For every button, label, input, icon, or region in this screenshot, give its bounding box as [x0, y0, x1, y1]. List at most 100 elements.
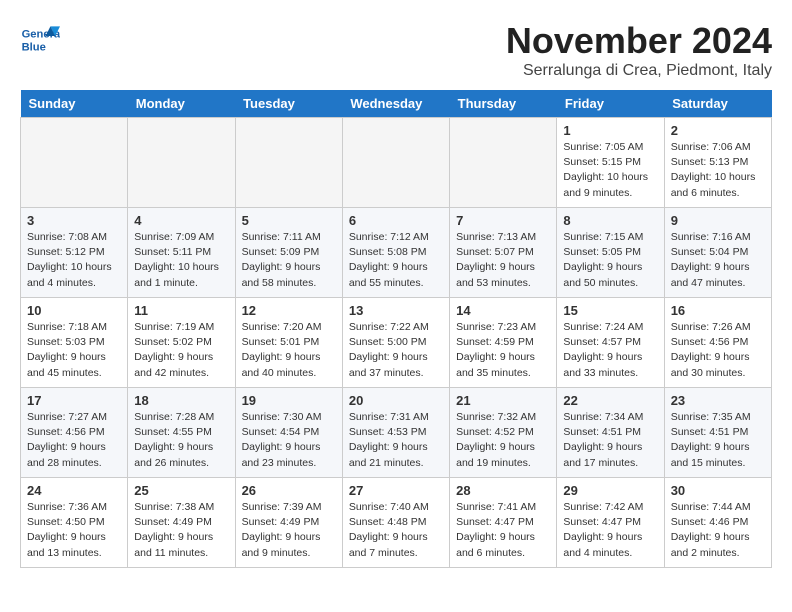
table-row: 7 Sunrise: 7:13 AM Sunset: 5:07 PM Daylig…: [450, 208, 557, 298]
table-row: 1 Sunrise: 7:05 AM Sunset: 5:15 PM Daylig…: [557, 118, 664, 208]
day-number: 7: [456, 213, 550, 228]
day-number: 14: [456, 303, 550, 318]
col-monday: Monday: [128, 90, 235, 118]
day-number: 1: [563, 123, 657, 138]
day-info: Sunrise: 7:09 AM Sunset: 5:11 PM Dayligh…: [134, 230, 228, 291]
day-number: 22: [563, 393, 657, 408]
day-info: Sunrise: 7:06 AM Sunset: 5:13 PM Dayligh…: [671, 140, 765, 201]
col-thursday: Thursday: [450, 90, 557, 118]
table-row: 6 Sunrise: 7:12 AM Sunset: 5:08 PM Daylig…: [342, 208, 449, 298]
day-number: 20: [349, 393, 443, 408]
col-saturday: Saturday: [664, 90, 771, 118]
day-info: Sunrise: 7:20 AM Sunset: 5:01 PM Dayligh…: [242, 320, 336, 381]
day-number: 5: [242, 213, 336, 228]
col-tuesday: Tuesday: [235, 90, 342, 118]
day-number: 27: [349, 483, 443, 498]
day-info: Sunrise: 7:19 AM Sunset: 5:02 PM Dayligh…: [134, 320, 228, 381]
day-number: 28: [456, 483, 550, 498]
day-info: Sunrise: 7:12 AM Sunset: 5:08 PM Dayligh…: [349, 230, 443, 291]
day-info: Sunrise: 7:26 AM Sunset: 4:56 PM Dayligh…: [671, 320, 765, 381]
logo: General Blue: [20, 20, 64, 60]
day-number: 6: [349, 213, 443, 228]
day-number: 13: [349, 303, 443, 318]
day-number: 19: [242, 393, 336, 408]
day-info: Sunrise: 7:38 AM Sunset: 4:49 PM Dayligh…: [134, 500, 228, 561]
day-info: Sunrise: 7:22 AM Sunset: 5:00 PM Dayligh…: [349, 320, 443, 381]
table-row: 17 Sunrise: 7:27 AM Sunset: 4:56 PM Dayli…: [21, 388, 128, 478]
table-row: 11 Sunrise: 7:19 AM Sunset: 5:02 PM Dayli…: [128, 298, 235, 388]
table-row: 27 Sunrise: 7:40 AM Sunset: 4:48 PM Dayli…: [342, 478, 449, 568]
day-info: Sunrise: 7:16 AM Sunset: 5:04 PM Dayligh…: [671, 230, 765, 291]
page-header: General Blue November 2024 Serralunga di…: [20, 20, 772, 80]
calendar-header-row: Sunday Monday Tuesday Wednesday Thursday…: [21, 90, 772, 118]
calendar-week-row: 3 Sunrise: 7:08 AM Sunset: 5:12 PM Daylig…: [21, 208, 772, 298]
title-block: November 2024 Serralunga di Crea, Piedmo…: [506, 20, 772, 80]
day-number: 9: [671, 213, 765, 228]
day-number: 24: [27, 483, 121, 498]
table-row: 18 Sunrise: 7:28 AM Sunset: 4:55 PM Dayli…: [128, 388, 235, 478]
col-sunday: Sunday: [21, 90, 128, 118]
day-info: Sunrise: 7:42 AM Sunset: 4:47 PM Dayligh…: [563, 500, 657, 561]
day-number: 3: [27, 213, 121, 228]
logo-icon: General Blue: [20, 20, 60, 60]
day-info: Sunrise: 7:28 AM Sunset: 4:55 PM Dayligh…: [134, 410, 228, 471]
day-info: Sunrise: 7:11 AM Sunset: 5:09 PM Dayligh…: [242, 230, 336, 291]
table-row: 19 Sunrise: 7:30 AM Sunset: 4:54 PM Dayli…: [235, 388, 342, 478]
day-info: Sunrise: 7:08 AM Sunset: 5:12 PM Dayligh…: [27, 230, 121, 291]
day-number: 15: [563, 303, 657, 318]
table-row: 15 Sunrise: 7:24 AM Sunset: 4:57 PM Dayli…: [557, 298, 664, 388]
day-info: Sunrise: 7:39 AM Sunset: 4:49 PM Dayligh…: [242, 500, 336, 561]
table-row: 20 Sunrise: 7:31 AM Sunset: 4:53 PM Dayli…: [342, 388, 449, 478]
table-row: 8Sunrise: 7:15 AM Sunset: 5:05 PM Daylig…: [557, 208, 664, 298]
table-row: 25 Sunrise: 7:38 AM Sunset: 4:49 PM Dayli…: [128, 478, 235, 568]
day-number: 2: [671, 123, 765, 138]
day-info: Sunrise: 7:27 AM Sunset: 4:56 PM Dayligh…: [27, 410, 121, 471]
table-row: 4Sunrise: 7:09 AM Sunset: 5:11 PM Daylig…: [128, 208, 235, 298]
svg-text:Blue: Blue: [22, 41, 46, 53]
table-row: 16Sunrise: 7:26 AM Sunset: 4:56 PM Dayli…: [664, 298, 771, 388]
day-info: Sunrise: 7:18 AM Sunset: 5:03 PM Dayligh…: [27, 320, 121, 381]
col-wednesday: Wednesday: [342, 90, 449, 118]
day-info: Sunrise: 7:31 AM Sunset: 4:53 PM Dayligh…: [349, 410, 443, 471]
table-row: 21 Sunrise: 7:32 AM Sunset: 4:52 PM Dayli…: [450, 388, 557, 478]
day-number: 26: [242, 483, 336, 498]
day-number: 11: [134, 303, 228, 318]
day-info: Sunrise: 7:40 AM Sunset: 4:48 PM Dayligh…: [349, 500, 443, 561]
day-number: 30: [671, 483, 765, 498]
day-number: 25: [134, 483, 228, 498]
day-info: Sunrise: 7:05 AM Sunset: 5:15 PM Dayligh…: [563, 140, 657, 201]
col-friday: Friday: [557, 90, 664, 118]
table-row: 24 Sunrise: 7:36 AM Sunset: 4:50 PM Dayli…: [21, 478, 128, 568]
day-info: Sunrise: 7:13 AM Sunset: 5:07 PM Dayligh…: [456, 230, 550, 291]
calendar-week-row: 1 Sunrise: 7:05 AM Sunset: 5:15 PM Daylig…: [21, 118, 772, 208]
day-number: 17: [27, 393, 121, 408]
day-info: Sunrise: 7:32 AM Sunset: 4:52 PM Dayligh…: [456, 410, 550, 471]
day-number: 23: [671, 393, 765, 408]
table-row: [21, 118, 128, 208]
table-row: 12 Sunrise: 7:20 AM Sunset: 5:01 PM Dayli…: [235, 298, 342, 388]
table-row: [342, 118, 449, 208]
table-row: 26 Sunrise: 7:39 AM Sunset: 4:49 PM Dayli…: [235, 478, 342, 568]
day-number: 12: [242, 303, 336, 318]
table-row: 22Sunrise: 7:34 AM Sunset: 4:51 PM Dayli…: [557, 388, 664, 478]
day-info: Sunrise: 7:30 AM Sunset: 4:54 PM Dayligh…: [242, 410, 336, 471]
table-row: 14Sunrise: 7:23 AM Sunset: 4:59 PM Dayli…: [450, 298, 557, 388]
calendar-table: Sunday Monday Tuesday Wednesday Thursday…: [20, 90, 772, 568]
day-number: 29: [563, 483, 657, 498]
day-info: Sunrise: 7:36 AM Sunset: 4:50 PM Dayligh…: [27, 500, 121, 561]
location-title: Serralunga di Crea, Piedmont, Italy: [506, 62, 772, 80]
day-info: Sunrise: 7:35 AM Sunset: 4:51 PM Dayligh…: [671, 410, 765, 471]
table-row: 28 Sunrise: 7:41 AM Sunset: 4:47 PM Dayli…: [450, 478, 557, 568]
day-number: 21: [456, 393, 550, 408]
day-number: 10: [27, 303, 121, 318]
day-info: Sunrise: 7:41 AM Sunset: 4:47 PM Dayligh…: [456, 500, 550, 561]
day-info: Sunrise: 7:44 AM Sunset: 4:46 PM Dayligh…: [671, 500, 765, 561]
table-row: 3 Sunrise: 7:08 AM Sunset: 5:12 PM Daylig…: [21, 208, 128, 298]
calendar-week-row: 24 Sunrise: 7:36 AM Sunset: 4:50 PM Dayli…: [21, 478, 772, 568]
table-row: 2 Sunrise: 7:06 AM Sunset: 5:13 PM Daylig…: [664, 118, 771, 208]
day-info: Sunrise: 7:24 AM Sunset: 4:57 PM Dayligh…: [563, 320, 657, 381]
calendar-week-row: 17 Sunrise: 7:27 AM Sunset: 4:56 PM Dayli…: [21, 388, 772, 478]
table-row: 30 Sunrise: 7:44 AM Sunset: 4:46 PM Dayli…: [664, 478, 771, 568]
day-number: 18: [134, 393, 228, 408]
calendar-week-row: 10 Sunrise: 7:18 AM Sunset: 5:03 PM Dayli…: [21, 298, 772, 388]
